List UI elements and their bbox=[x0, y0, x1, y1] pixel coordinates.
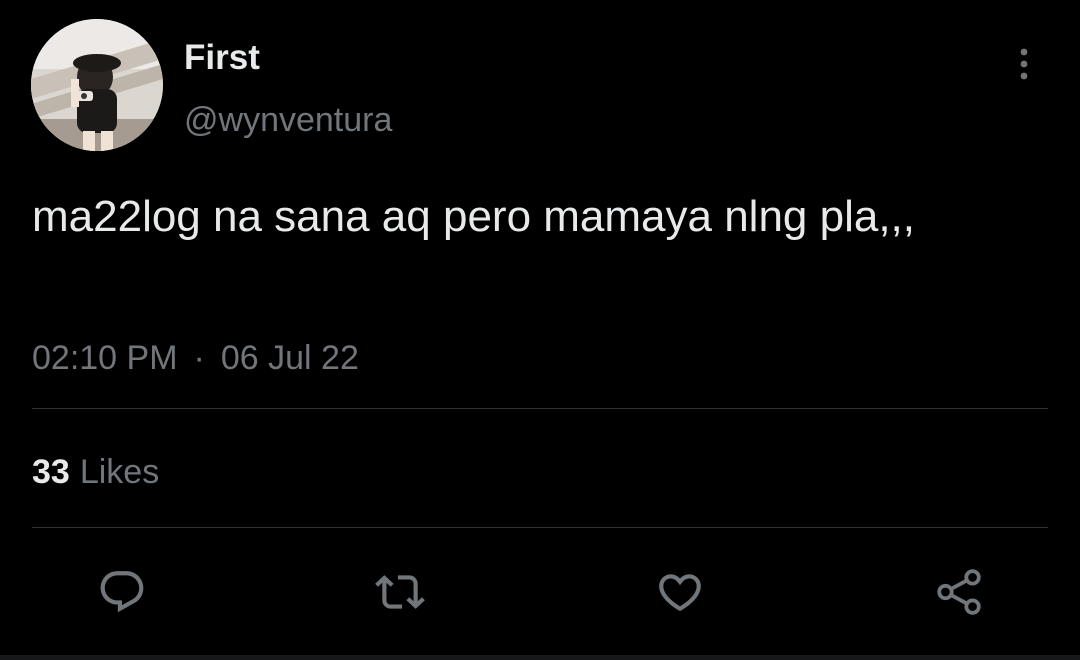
likes-stat[interactable]: 33 Likes bbox=[32, 452, 159, 492]
divider bbox=[32, 527, 1048, 528]
tweet-time: 02:10 PM bbox=[32, 339, 178, 377]
reply-icon bbox=[100, 571, 144, 613]
more-vertical-icon bbox=[1020, 48, 1028, 80]
like-button[interactable] bbox=[654, 566, 706, 618]
more-options-button[interactable] bbox=[1005, 44, 1043, 84]
tweet-timestamp[interactable]: 02:10 PM · 06 Jul 22 bbox=[32, 338, 359, 378]
tweet-date: 06 Jul 22 bbox=[220, 339, 359, 377]
divider bbox=[32, 408, 1048, 409]
likes-count: 33 bbox=[32, 453, 70, 491]
retweet-button[interactable] bbox=[374, 566, 426, 618]
display-name[interactable]: First bbox=[184, 38, 260, 78]
user-handle[interactable]: @wynventura bbox=[184, 100, 392, 140]
bottom-edge bbox=[0, 655, 1080, 660]
tweet-text: ma22log na sana aq pero mamaya nlng pla,… bbox=[32, 192, 916, 241]
retweet-icon bbox=[375, 575, 425, 609]
avatar[interactable] bbox=[31, 19, 163, 151]
avatar-photo bbox=[31, 19, 163, 151]
meta-separator: · bbox=[193, 339, 205, 377]
share-button[interactable] bbox=[933, 566, 985, 618]
share-icon bbox=[937, 569, 981, 615]
likes-label: Likes bbox=[79, 453, 160, 491]
reply-button[interactable] bbox=[96, 566, 148, 618]
heart-icon bbox=[659, 574, 701, 612]
